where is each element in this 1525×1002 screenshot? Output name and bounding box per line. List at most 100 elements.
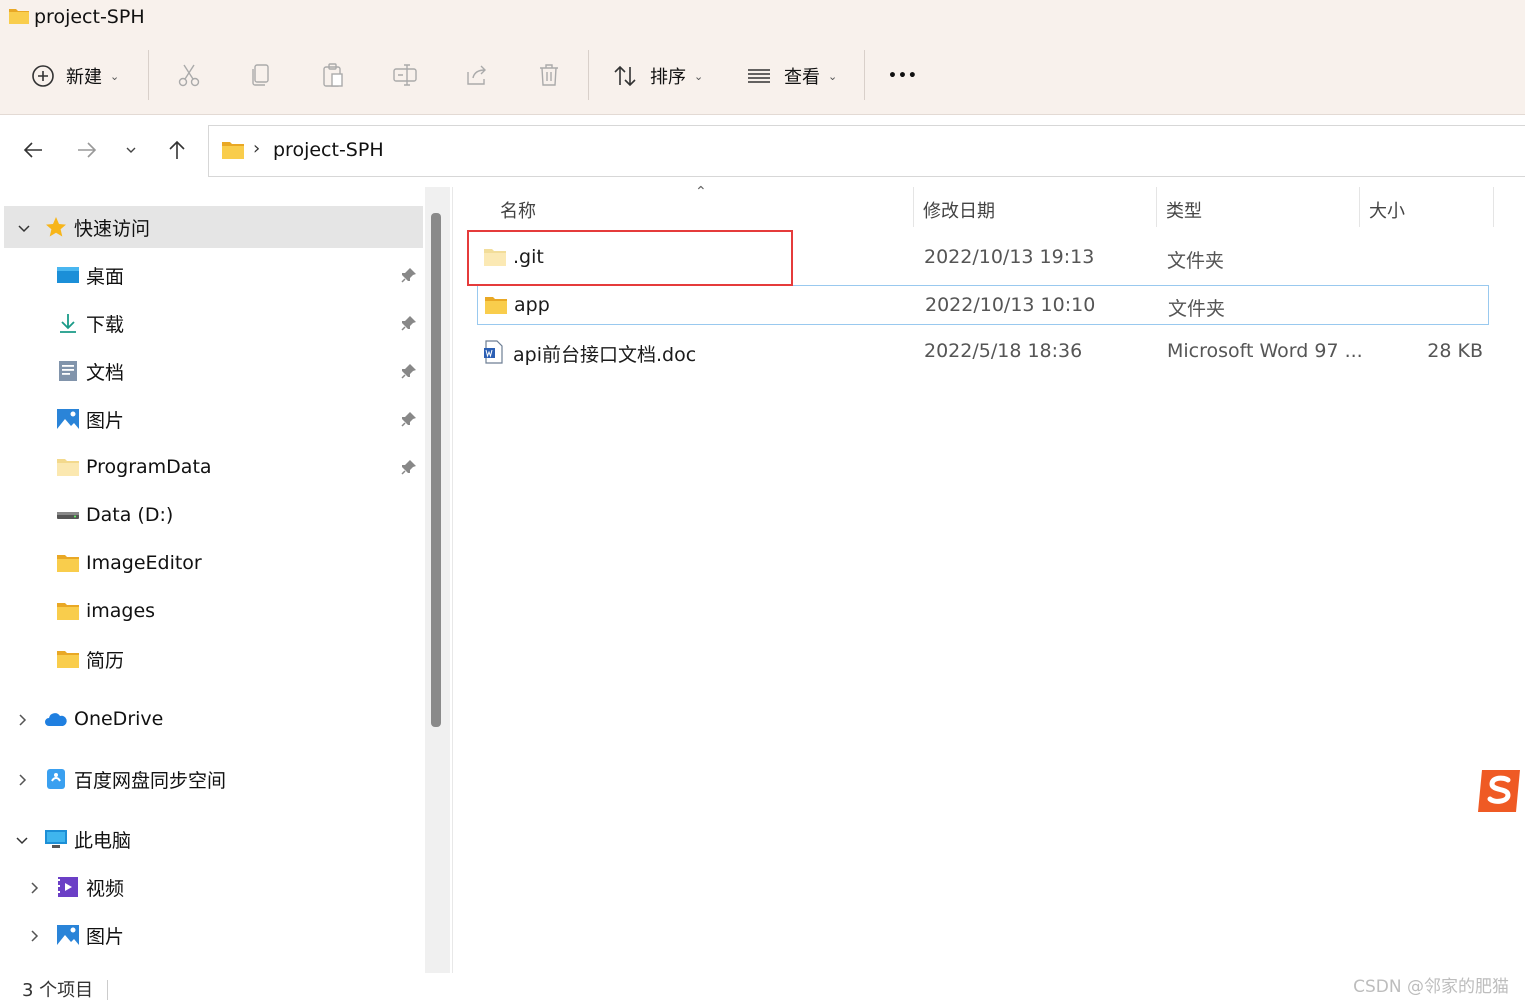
column-header-modified[interactable]: 修改日期	[923, 197, 995, 223]
sidebar-item-pictures[interactable]: 图片	[0, 398, 425, 440]
sidebar-item-desktop[interactable]: 桌面	[0, 254, 425, 296]
sidebar-item-onedrive[interactable]: OneDrive	[0, 698, 425, 740]
drive-icon	[57, 512, 79, 519]
file-type: 文件夹	[1167, 250, 1225, 272]
column-divider[interactable]	[1493, 187, 1494, 227]
chevron-down-icon[interactable]	[14, 832, 30, 848]
chevron-right-icon[interactable]	[14, 772, 30, 788]
table-row[interactable]: app 2022/10/13 10:10 文件夹	[477, 285, 1489, 325]
paste-icon[interactable]	[318, 60, 348, 90]
view-button[interactable]: 查看 ⌄	[746, 56, 837, 96]
view-list-icon	[748, 69, 770, 83]
scrollbar-thumb[interactable]	[431, 213, 441, 727]
window-title: project-SPH	[34, 6, 145, 28]
file-type: 文件夹	[1168, 298, 1226, 320]
column-divider[interactable]	[1156, 187, 1157, 227]
folder-icon	[57, 459, 79, 476]
sidebar-item-label: 文档	[86, 361, 125, 384]
pictures-icon	[57, 409, 79, 429]
breadcrumb[interactable]: project-SPH	[273, 139, 384, 161]
sidebar-scrollbar[interactable]	[425, 187, 450, 973]
sidebar-item-documents[interactable]: 文档	[0, 350, 425, 392]
pin-icon[interactable]	[400, 362, 418, 380]
forward-button[interactable]	[72, 135, 102, 165]
column-header-name[interactable]: 名称	[500, 197, 536, 223]
sidebar-item-label: ImageEditor	[86, 552, 202, 574]
rename-icon[interactable]	[390, 60, 420, 90]
sogou-ime-icon[interactable]	[1474, 766, 1525, 816]
sidebar-item-label: 图片	[86, 925, 125, 948]
pin-icon[interactable]	[400, 266, 418, 284]
file-type: Microsoft Word 97 ...	[1167, 340, 1363, 362]
chevron-down-icon: ⌄	[694, 69, 704, 83]
arrow-right-icon	[78, 142, 97, 158]
sort-icon	[614, 65, 636, 87]
back-button[interactable]	[18, 135, 48, 165]
word-document-icon	[484, 340, 503, 364]
more-icon: •••	[888, 68, 918, 84]
pictures-icon	[57, 925, 79, 945]
delete-icon[interactable]	[534, 60, 564, 90]
share-icon[interactable]	[462, 60, 492, 90]
folder-icon	[57, 603, 79, 620]
file-size: 28 KB	[1427, 340, 1483, 362]
sidebar-item-pc-pictures[interactable]: 图片	[0, 914, 425, 956]
chevron-right-icon[interactable]	[26, 928, 42, 944]
recent-locations-button[interactable]	[116, 135, 146, 165]
sidebar-item-downloads[interactable]: 下载	[0, 302, 425, 344]
folder-icon	[57, 555, 79, 572]
sidebar-item-data-drive[interactable]: Data (D:)	[0, 494, 425, 536]
table-row[interactable]: api前台接口文档.doc 2022/5/18 18:36 Microsoft …	[477, 332, 1489, 372]
chevron-down-icon[interactable]	[16, 220, 32, 236]
sidebar-item-images[interactable]: images	[0, 590, 425, 632]
sort-label: 排序	[650, 67, 686, 88]
copy-icon[interactable]	[246, 60, 276, 90]
sidebar-item-resume[interactable]: 简历	[0, 638, 425, 680]
view-label: 查看	[784, 67, 820, 88]
sidebar-item-baidu-sync[interactable]: 百度网盘同步空间	[0, 758, 425, 800]
arrow-up-icon	[169, 140, 185, 159]
sidebar-item-label: 快速访问	[74, 217, 151, 240]
column-divider[interactable]	[1359, 187, 1360, 227]
sidebar-item-quick-access[interactable]: 快速访问	[4, 206, 423, 248]
new-button[interactable]: 新建 ⌄	[30, 56, 119, 96]
sidebar-item-label: images	[86, 600, 156, 622]
cut-icon[interactable]	[174, 60, 204, 90]
toolbar-divider	[148, 50, 149, 100]
chevron-down-icon	[126, 147, 136, 153]
sidebar-item-label: Data (D:)	[86, 504, 174, 526]
sidebar-item-programdata[interactable]: ProgramData	[0, 446, 425, 488]
plus-circle-icon	[32, 65, 54, 87]
title-bar: project-SPH	[0, 0, 1525, 36]
toolbar-divider	[864, 50, 865, 100]
sidebar-item-label: ProgramData	[86, 456, 212, 478]
chevron-right-icon[interactable]	[26, 880, 42, 896]
file-list: ⌃ 名称 修改日期 类型 大小 .git 2022/10/13 19:13 文件…	[452, 184, 1525, 973]
baidu-netdisk-icon	[47, 769, 65, 789]
arrow-left-icon	[23, 142, 42, 158]
sidebar-item-imageeditor[interactable]: ImageEditor	[0, 542, 425, 584]
folder-icon	[485, 297, 507, 314]
pin-icon[interactable]	[400, 410, 418, 428]
sidebar-item-label: 简历	[86, 649, 125, 672]
sidebar-item-this-pc[interactable]: 此电脑	[0, 818, 425, 860]
chevron-right-icon[interactable]	[14, 712, 30, 728]
up-button[interactable]	[162, 135, 192, 165]
column-header-type[interactable]: 类型	[1166, 197, 1202, 223]
pin-icon[interactable]	[400, 458, 418, 476]
column-header-size[interactable]: 大小	[1369, 197, 1405, 223]
navigation-pane: 快速访问 桌面 下载 文档 图片 ProgramData Data (D:) I…	[0, 187, 425, 973]
sidebar-item-videos[interactable]: 视频	[0, 866, 425, 908]
status-divider	[107, 980, 108, 1000]
address-bar[interactable]: › project-SPH	[208, 125, 1525, 177]
new-label: 新建	[66, 67, 102, 88]
sort-button[interactable]: 排序 ⌄	[612, 56, 703, 96]
more-button[interactable]: •••	[888, 56, 918, 96]
pin-icon[interactable]	[400, 314, 418, 332]
computer-icon	[45, 830, 67, 848]
column-divider[interactable]	[913, 187, 914, 227]
sidebar-item-label: 视频	[86, 877, 125, 900]
breadcrumb-chevron-icon: ›	[253, 138, 261, 159]
onedrive-cloud-icon	[45, 713, 67, 726]
sidebar-item-label: 此电脑	[74, 829, 132, 852]
